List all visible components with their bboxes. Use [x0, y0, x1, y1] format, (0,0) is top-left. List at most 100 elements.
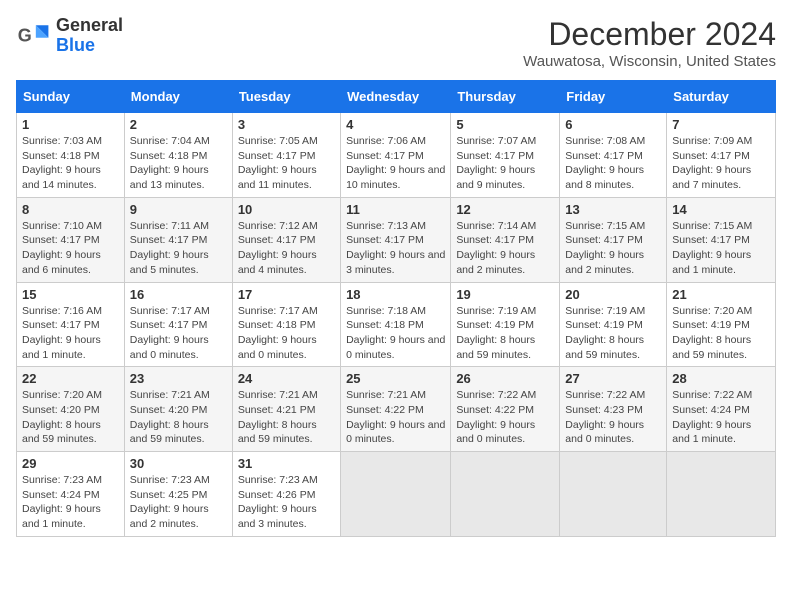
logo-general: General	[56, 15, 123, 35]
day-info: Sunrise: 7:22 AMSunset: 4:24 PMDaylight:…	[672, 388, 770, 447]
logo-blue: Blue	[56, 35, 95, 55]
column-header-monday: Monday	[124, 81, 232, 113]
title-block: December 2024 Wauwatosa, Wisconsin, Unit…	[523, 16, 776, 70]
svg-text:G: G	[18, 25, 32, 45]
day-info: Sunrise: 7:15 AMSunset: 4:17 PMDaylight:…	[672, 219, 770, 278]
day-info: Sunrise: 7:05 AMSunset: 4:17 PMDaylight:…	[238, 134, 335, 193]
calendar-cell: 22 Sunrise: 7:20 AMSunset: 4:20 PMDayligh…	[17, 367, 125, 452]
day-number: 15	[22, 287, 119, 302]
day-number: 20	[565, 287, 661, 302]
day-info: Sunrise: 7:08 AMSunset: 4:17 PMDaylight:…	[565, 134, 661, 193]
calendar-cell: 14 Sunrise: 7:15 AMSunset: 4:17 PMDayligh…	[667, 197, 776, 282]
day-info: Sunrise: 7:20 AMSunset: 4:19 PMDaylight:…	[672, 304, 770, 363]
week-row-4: 22 Sunrise: 7:20 AMSunset: 4:20 PMDayligh…	[17, 367, 776, 452]
day-number: 4	[346, 117, 445, 132]
logo-text: General Blue	[56, 16, 123, 56]
day-info: Sunrise: 7:03 AMSunset: 4:18 PMDaylight:…	[22, 134, 119, 193]
week-row-3: 15 Sunrise: 7:16 AMSunset: 4:17 PMDayligh…	[17, 282, 776, 367]
day-number: 12	[456, 202, 554, 217]
day-info: Sunrise: 7:19 AMSunset: 4:19 PMDaylight:…	[565, 304, 661, 363]
column-header-friday: Friday	[560, 81, 667, 113]
day-info: Sunrise: 7:07 AMSunset: 4:17 PMDaylight:…	[456, 134, 554, 193]
calendar-cell: 27 Sunrise: 7:22 AMSunset: 4:23 PMDayligh…	[560, 367, 667, 452]
day-number: 14	[672, 202, 770, 217]
day-number: 11	[346, 202, 445, 217]
day-number: 30	[130, 456, 227, 471]
calendar-cell: 10 Sunrise: 7:12 AMSunset: 4:17 PMDayligh…	[232, 197, 340, 282]
calendar-cell: 7Sunrise: 7:09 AMSunset: 4:17 PMDaylight…	[667, 113, 776, 198]
calendar-cell: 13Sunrise: 7:15 AMSunset: 4:17 PMDayligh…	[560, 197, 667, 282]
day-info: Sunrise: 7:04 AMSunset: 4:18 PMDaylight:…	[130, 134, 227, 193]
day-info: Sunrise: 7:21 AMSunset: 4:22 PMDaylight:…	[346, 388, 445, 447]
day-info: Sunrise: 7:17 AMSunset: 4:18 PMDaylight:…	[238, 304, 335, 363]
day-number: 29	[22, 456, 119, 471]
column-header-tuesday: Tuesday	[232, 81, 340, 113]
day-number: 6	[565, 117, 661, 132]
day-info: Sunrise: 7:20 AMSunset: 4:20 PMDaylight:…	[22, 388, 119, 447]
day-number: 26	[456, 371, 554, 386]
day-info: Sunrise: 7:06 AMSunset: 4:17 PMDaylight:…	[346, 134, 445, 193]
day-number: 16	[130, 287, 227, 302]
column-header-saturday: Saturday	[667, 81, 776, 113]
calendar-cell: 23Sunrise: 7:21 AMSunset: 4:20 PMDayligh…	[124, 367, 232, 452]
page-header: G General Blue December 2024 Wauwatosa, …	[16, 16, 776, 70]
day-info: Sunrise: 7:21 AMSunset: 4:20 PMDaylight:…	[130, 388, 227, 447]
day-info: Sunrise: 7:22 AMSunset: 4:22 PMDaylight:…	[456, 388, 554, 447]
day-info: Sunrise: 7:23 AMSunset: 4:25 PMDaylight:…	[130, 473, 227, 532]
calendar-cell: 28 Sunrise: 7:22 AMSunset: 4:24 PMDayligh…	[667, 367, 776, 452]
calendar-cell	[667, 452, 776, 537]
calendar-cell: 8 Sunrise: 7:10 AMSunset: 4:17 PMDaylight…	[17, 197, 125, 282]
day-number: 8	[22, 202, 119, 217]
calendar-cell: 29 Sunrise: 7:23 AMSunset: 4:24 PMDayligh…	[17, 452, 125, 537]
day-info: Sunrise: 7:16 AMSunset: 4:17 PMDaylight:…	[22, 304, 119, 363]
day-info: Sunrise: 7:22 AMSunset: 4:23 PMDaylight:…	[565, 388, 661, 447]
day-number: 31	[238, 456, 335, 471]
day-number: 18	[346, 287, 445, 302]
day-info: Sunrise: 7:23 AMSunset: 4:24 PMDaylight:…	[22, 473, 119, 532]
day-info: Sunrise: 7:09 AMSunset: 4:17 PMDaylight:…	[672, 134, 770, 193]
calendar-header: SundayMondayTuesdayWednesdayThursdayFrid…	[17, 81, 776, 113]
logo-icon: G	[16, 18, 52, 54]
day-info: Sunrise: 7:10 AMSunset: 4:17 PMDaylight:…	[22, 219, 119, 278]
day-info: Sunrise: 7:14 AMSunset: 4:17 PMDaylight:…	[456, 219, 554, 278]
day-number: 27	[565, 371, 661, 386]
calendar-cell	[560, 452, 667, 537]
week-row-2: 8 Sunrise: 7:10 AMSunset: 4:17 PMDaylight…	[17, 197, 776, 282]
calendar-cell: 12 Sunrise: 7:14 AMSunset: 4:17 PMDayligh…	[451, 197, 560, 282]
day-number: 22	[22, 371, 119, 386]
week-row-5: 29 Sunrise: 7:23 AMSunset: 4:24 PMDayligh…	[17, 452, 776, 537]
day-number: 28	[672, 371, 770, 386]
calendar-cell: 1Sunrise: 7:03 AMSunset: 4:18 PMDaylight…	[17, 113, 125, 198]
calendar-cell: 26 Sunrise: 7:22 AMSunset: 4:22 PMDayligh…	[451, 367, 560, 452]
location: Wauwatosa, Wisconsin, United States	[523, 53, 776, 70]
day-number: 9	[130, 202, 227, 217]
calendar-cell: 17 Sunrise: 7:17 AMSunset: 4:18 PMDayligh…	[232, 282, 340, 367]
day-info: Sunrise: 7:13 AMSunset: 4:17 PMDaylight:…	[346, 219, 445, 278]
calendar-table: SundayMondayTuesdayWednesdayThursdayFrid…	[16, 80, 776, 537]
month-title: December 2024	[523, 16, 776, 53]
column-header-thursday: Thursday	[451, 81, 560, 113]
day-info: Sunrise: 7:23 AMSunset: 4:26 PMDaylight:…	[238, 473, 335, 532]
calendar-cell: 9Sunrise: 7:11 AMSunset: 4:17 PMDaylight…	[124, 197, 232, 282]
column-header-sunday: Sunday	[17, 81, 125, 113]
header-row: SundayMondayTuesdayWednesdayThursdayFrid…	[17, 81, 776, 113]
calendar-cell: 20 Sunrise: 7:19 AMSunset: 4:19 PMDayligh…	[560, 282, 667, 367]
day-number: 5	[456, 117, 554, 132]
calendar-cell: 30 Sunrise: 7:23 AMSunset: 4:25 PMDayligh…	[124, 452, 232, 537]
calendar-cell: 3 Sunrise: 7:05 AMSunset: 4:17 PMDaylight…	[232, 113, 340, 198]
day-number: 19	[456, 287, 554, 302]
day-number: 10	[238, 202, 335, 217]
logo: G General Blue	[16, 16, 123, 56]
day-info: Sunrise: 7:19 AMSunset: 4:19 PMDaylight:…	[456, 304, 554, 363]
column-header-wednesday: Wednesday	[341, 81, 451, 113]
calendar-body: 1Sunrise: 7:03 AMSunset: 4:18 PMDaylight…	[17, 113, 776, 537]
calendar-cell: 31 Sunrise: 7:23 AMSunset: 4:26 PMDayligh…	[232, 452, 340, 537]
calendar-cell: 5 Sunrise: 7:07 AMSunset: 4:17 PMDaylight…	[451, 113, 560, 198]
day-info: Sunrise: 7:17 AMSunset: 4:17 PMDaylight:…	[130, 304, 227, 363]
day-info: Sunrise: 7:12 AMSunset: 4:17 PMDaylight:…	[238, 219, 335, 278]
day-number: 17	[238, 287, 335, 302]
calendar-cell: 11 Sunrise: 7:13 AMSunset: 4:17 PMDayligh…	[341, 197, 451, 282]
calendar-cell	[451, 452, 560, 537]
calendar-cell: 25Sunrise: 7:21 AMSunset: 4:22 PMDayligh…	[341, 367, 451, 452]
day-number: 3	[238, 117, 335, 132]
